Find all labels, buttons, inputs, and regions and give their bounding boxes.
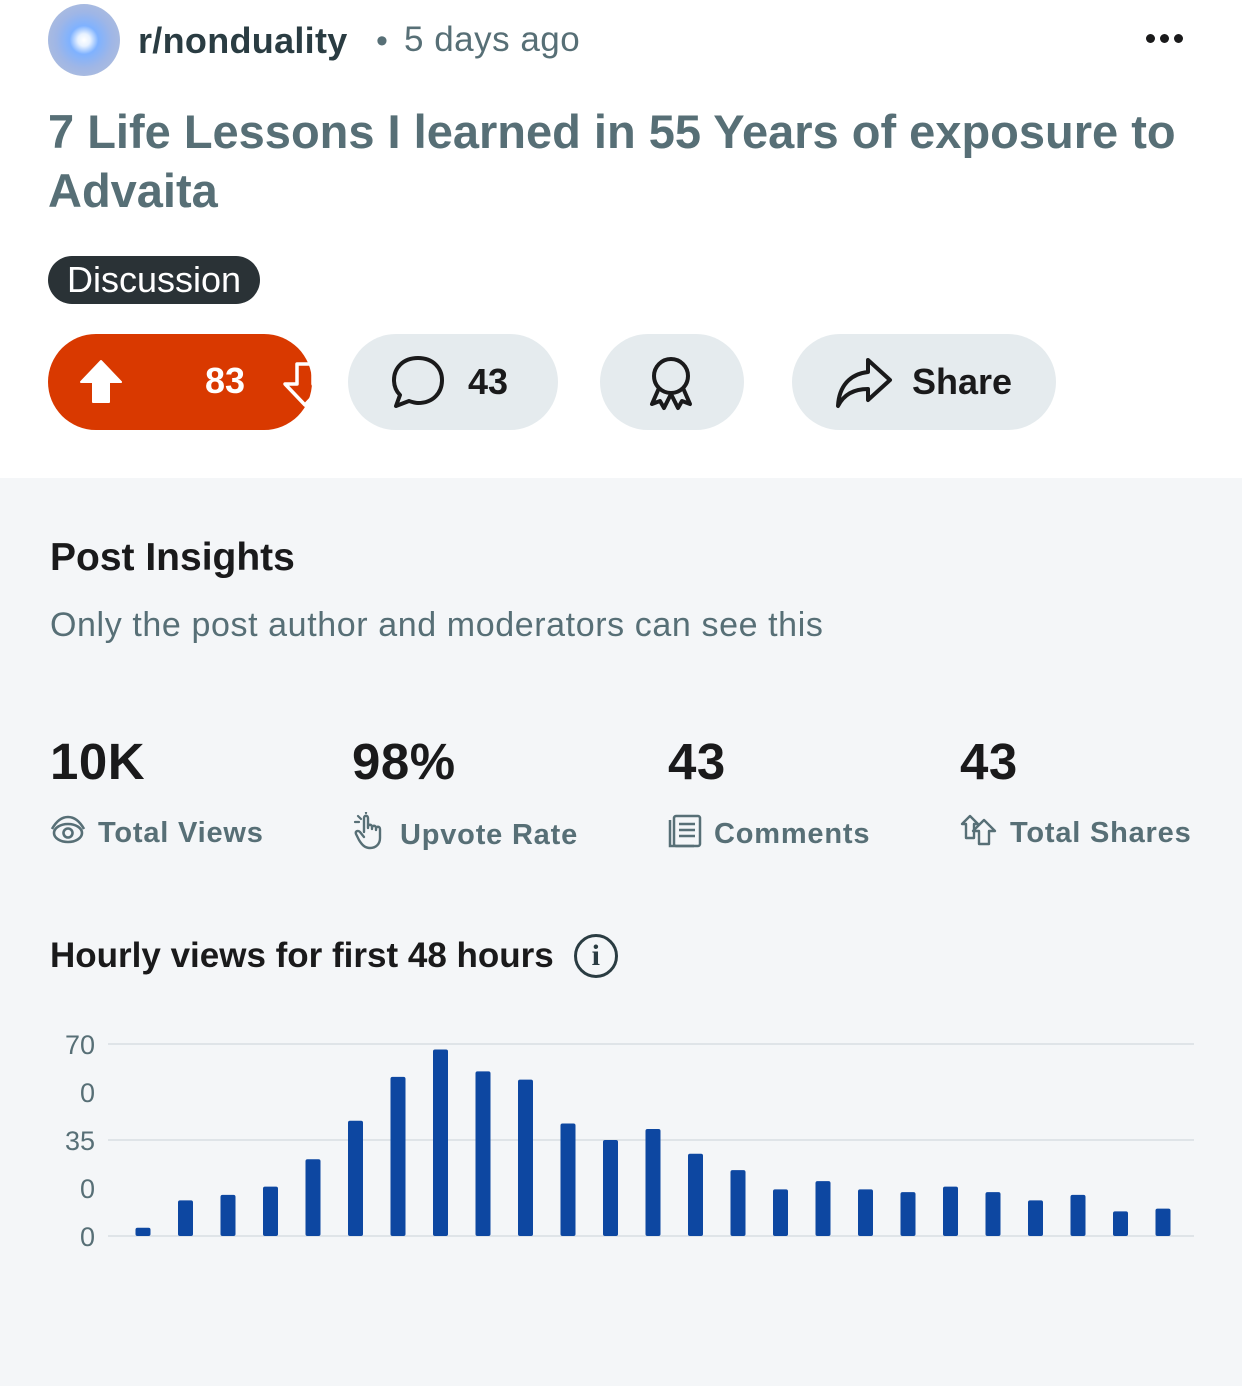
chart-bar[interactable] [730, 1170, 746, 1236]
post-title[interactable]: 7 Life Lessons I learned in 55 Years of … [48, 102, 1198, 220]
chart-bar[interactable] [1155, 1208, 1171, 1236]
comment-bubble-icon [390, 354, 446, 415]
stat-label: Comments [714, 817, 871, 850]
y-tick-label: 0 [80, 1222, 95, 1252]
info-icon[interactable]: i [573, 934, 618, 978]
chart-bar[interactable] [390, 1076, 406, 1236]
eye-icon [50, 812, 86, 854]
post-time: 5 days ago [404, 20, 581, 59]
vote-bar: 83 [48, 334, 327, 430]
chart-bar[interactable] [560, 1123, 576, 1236]
subreddit-name[interactable]: r/nonduality [138, 20, 348, 62]
insights-title: Post Insights [50, 536, 295, 579]
chart-bar[interactable] [688, 1153, 703, 1236]
stat-value: 43 [960, 733, 1018, 790]
y-tick-label: 35 [65, 1126, 95, 1156]
stat-label: Upvote Rate [400, 818, 578, 851]
subreddit-avatar[interactable] [48, 4, 120, 76]
hand-pointer-icon [352, 810, 388, 858]
share-button[interactable]: Share [792, 334, 1056, 430]
chart-bar[interactable] [900, 1192, 916, 1236]
chart-bar[interactable] [348, 1120, 363, 1236]
upvote-icon[interactable] [78, 358, 124, 411]
chart-bar[interactable] [518, 1079, 533, 1236]
chart-bar[interactable] [305, 1159, 321, 1236]
comment-count: 43 [468, 361, 509, 402]
post-insights-panel: Post Insights Only the post author and m… [0, 478, 1242, 1386]
stat-comments: 43 Comments [668, 732, 869, 850]
comments-doc-icon [668, 812, 702, 856]
award-button[interactable] [600, 334, 744, 430]
award-icon [642, 354, 700, 417]
y-tick-label: 0 [80, 1174, 95, 1204]
chart-bar[interactable] [1113, 1211, 1128, 1236]
y-tick-label: 70 [65, 1030, 95, 1060]
chart-bar[interactable] [943, 1186, 958, 1236]
chart-bar[interactable] [603, 1140, 618, 1236]
stat-value: 98% [352, 733, 456, 790]
stat-value: 43 [668, 733, 726, 790]
stat-value: 10K [50, 733, 146, 790]
chart-title-text: Hourly views for first 48 hours [50, 936, 554, 975]
chart-title: Hourly views for first 48 hours i [50, 934, 618, 978]
stat-total-shares: 43 Total Shares [960, 732, 1191, 849]
post-header: r/nonduality • 5 days ago 7 Life Lessons… [0, 0, 1242, 478]
stat-total-views: 10K Total Views [50, 732, 263, 849]
downvote-icon[interactable] [282, 360, 328, 413]
chart-bar[interactable] [178, 1200, 193, 1236]
stat-upvote-rate: 98% Upvote Rate [352, 732, 577, 851]
chart-bar[interactable] [433, 1049, 448, 1236]
separator-dot: • [376, 22, 388, 60]
comments-button[interactable]: 43 [348, 334, 558, 430]
chart-bar[interactable] [858, 1189, 873, 1236]
chart-bar[interactable] [263, 1186, 278, 1236]
share-arrow-icon [834, 356, 894, 415]
insights-subtitle: Only the post author and moderators can … [50, 606, 824, 644]
chart-bar[interactable] [135, 1227, 151, 1236]
chart-bar[interactable] [815, 1181, 831, 1236]
stat-label: Total Views [98, 816, 264, 849]
hourly-views-chart: 70 0 35 0 0 [65, 1030, 1194, 1252]
chart-bar[interactable] [1028, 1200, 1043, 1236]
y-tick-label: 0 [80, 1078, 95, 1108]
chart-bar[interactable] [475, 1071, 491, 1236]
chart-bar[interactable] [220, 1194, 236, 1236]
vote-count: 83 [205, 360, 246, 401]
chart-bar[interactable] [985, 1192, 1001, 1236]
share-label: Share [912, 361, 1013, 402]
more-options-icon[interactable] [1146, 34, 1183, 43]
chart-bar[interactable] [1070, 1194, 1086, 1236]
chart-bar[interactable] [773, 1189, 788, 1236]
chart-bar[interactable] [645, 1129, 661, 1236]
share-up-icon [960, 812, 998, 854]
post-flair[interactable]: Discussion [48, 256, 261, 304]
stat-label: Total Shares [1010, 816, 1192, 849]
